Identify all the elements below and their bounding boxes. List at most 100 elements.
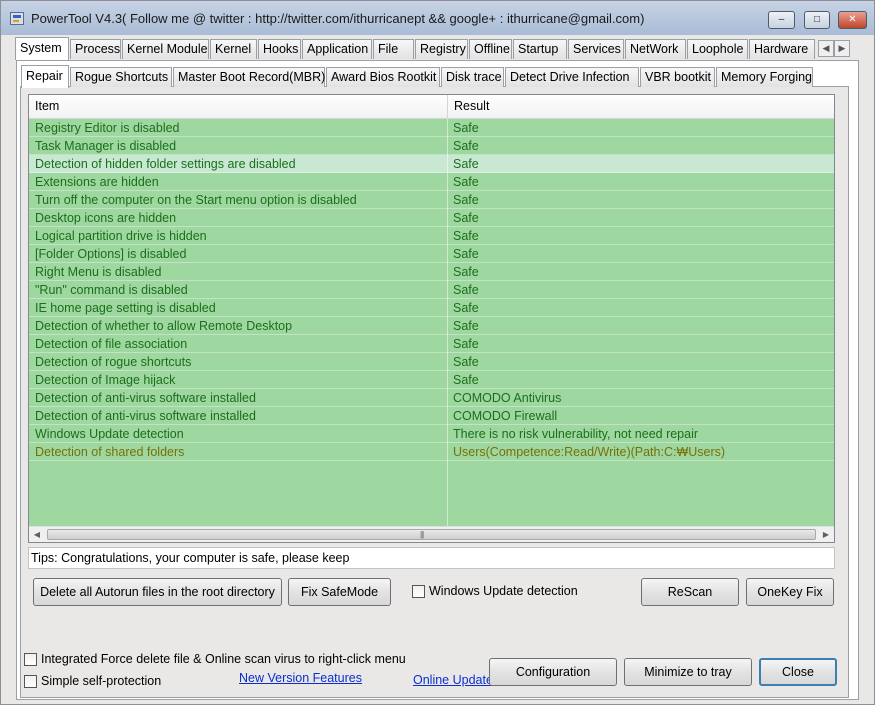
- new-version-features-link[interactable]: New Version Features: [239, 671, 362, 685]
- row-result-cell: Safe: [453, 247, 479, 261]
- table-row[interactable]: Registry Editor is disabled Safe: [29, 119, 834, 137]
- row-item-cell: Turn off the computer on the Start menu …: [35, 193, 357, 207]
- tab-registry[interactable]: Registry: [415, 39, 468, 59]
- row-item-cell: Detection of shared folders: [35, 445, 185, 459]
- row-item-cell: Detection of hidden folder settings are …: [35, 157, 296, 171]
- main-tab-bar: System Process Kernel Module Kernel Hook…: [15, 37, 855, 61]
- fix-safemode-button[interactable]: Fix SafeMode: [288, 578, 391, 606]
- subtab-detect-drive-infection[interactable]: Detect Drive Infection: [505, 67, 639, 87]
- column-divider: [447, 119, 448, 527]
- row-item-cell: Detection of anti-virus software install…: [35, 409, 256, 423]
- column-header-item[interactable]: Item: [29, 95, 447, 119]
- table-row[interactable]: Detection of rogue shortcuts Safe: [29, 353, 834, 371]
- tab-startup[interactable]: Startup: [513, 39, 567, 59]
- table-row[interactable]: Detection of anti-virus software install…: [29, 389, 834, 407]
- checkbox-box[interactable]: [24, 653, 37, 666]
- delete-autorun-button[interactable]: Delete all Autorun files in the root dir…: [33, 578, 282, 606]
- tab-loophole[interactable]: Loophole: [687, 39, 748, 59]
- checkbox-box[interactable]: [24, 675, 37, 688]
- close-window-button[interactable]: ✕: [838, 11, 867, 29]
- table-row[interactable]: IE home page setting is disabled Safe: [29, 299, 834, 317]
- tab-kernel[interactable]: Kernel: [210, 39, 257, 59]
- row-item-cell: Registry Editor is disabled: [35, 121, 180, 135]
- table-row[interactable]: [Folder Options] is disabled Safe: [29, 245, 834, 263]
- table-row[interactable]: "Run" command is disabled Safe: [29, 281, 834, 299]
- row-result-cell: Safe: [453, 211, 479, 225]
- row-result-cell: Safe: [453, 139, 479, 153]
- row-item-cell: Windows Update detection: [35, 427, 184, 441]
- horizontal-scrollbar[interactable]: ◀ ||| ▶: [29, 526, 834, 542]
- tab-network[interactable]: NetWork: [625, 39, 686, 59]
- row-result-cell: Safe: [453, 229, 479, 243]
- checkbox-label: Integrated Force delete file & Online sc…: [41, 652, 406, 666]
- scroll-right-icon[interactable]: ▶: [818, 527, 834, 542]
- row-item-cell: Desktop icons are hidden: [35, 211, 177, 225]
- table-row[interactable]: Task Manager is disabled Safe: [29, 137, 834, 155]
- row-item-cell: Task Manager is disabled: [35, 139, 177, 153]
- table-row[interactable]: Detection of anti-virus software install…: [29, 407, 834, 425]
- online-update-link[interactable]: Online Update: [413, 673, 493, 687]
- tab-hardware[interactable]: Hardware: [749, 39, 815, 59]
- minimize-window-button[interactable]: –: [768, 11, 795, 29]
- row-result-cell: Safe: [453, 355, 479, 369]
- repair-results-list[interactable]: Item Result Registry Editor is disabled S…: [28, 94, 835, 543]
- row-item-cell: Detection of Image hijack: [35, 373, 176, 387]
- rescan-button[interactable]: ReScan: [641, 578, 739, 606]
- subtab-master-boot-record[interactable]: Master Boot Record(MBR): [173, 67, 325, 87]
- table-row[interactable]: Logical partition drive is hidden Safe: [29, 227, 834, 245]
- table-row[interactable]: Windows Update detection There is no risk…: [29, 425, 834, 443]
- table-row[interactable]: Detection of shared folders Users(Compete…: [29, 443, 834, 461]
- close-button[interactable]: Close: [759, 658, 837, 686]
- tab-process[interactable]: Process: [70, 39, 121, 59]
- title-bar[interactable]: PowerTool V4.3( Follow me @ twitter : ht…: [1, 1, 874, 35]
- table-row[interactable]: Detection of whether to allow Remote Des…: [29, 317, 834, 335]
- row-result-cell: Safe: [453, 283, 479, 297]
- row-result-cell: Safe: [453, 175, 479, 189]
- tab-scroll-left-icon[interactable]: ◀: [818, 40, 834, 57]
- row-item-cell: Right Menu is disabled: [35, 265, 162, 279]
- subtab-repair[interactable]: Repair: [21, 65, 69, 88]
- scrollbar-thumb[interactable]: |||: [47, 529, 816, 540]
- table-row[interactable]: Extensions are hidden Safe: [29, 173, 834, 191]
- scrollbar-grip-icon: |||: [420, 530, 424, 539]
- tab-system[interactable]: System: [15, 37, 69, 60]
- tab-scroll-right-icon[interactable]: ▶: [834, 40, 850, 57]
- row-result-cell: COMODO Firewall: [453, 409, 558, 423]
- tab-kernel-module[interactable]: Kernel Module: [122, 39, 209, 59]
- maximize-window-button[interactable]: □: [804, 11, 830, 29]
- configuration-button[interactable]: Configuration: [489, 658, 617, 686]
- row-item-cell: [Folder Options] is disabled: [35, 247, 187, 261]
- tab-hooks[interactable]: Hooks: [258, 39, 301, 59]
- subtab-award-bios-rootkit[interactable]: Award Bios Rootkit: [326, 67, 440, 87]
- checkbox-box[interactable]: [412, 585, 425, 598]
- row-item-cell: Detection of anti-virus software install…: [35, 391, 256, 405]
- powertool-window: PowerTool V4.3( Follow me @ twitter : ht…: [0, 0, 875, 705]
- column-header-result[interactable]: Result: [447, 95, 834, 119]
- minimize-to-tray-button[interactable]: Minimize to tray: [624, 658, 752, 686]
- row-result-cell: Safe: [453, 301, 479, 315]
- tab-application[interactable]: Application: [302, 39, 372, 59]
- table-row[interactable]: Desktop icons are hidden Safe: [29, 209, 834, 227]
- subtab-disk-trace[interactable]: Disk trace: [441, 67, 504, 87]
- table-row[interactable]: Detection of Image hijack Safe: [29, 371, 834, 389]
- row-item-cell: "Run" command is disabled: [35, 283, 188, 297]
- table-row[interactable]: Detection of hidden folder settings are …: [29, 155, 834, 173]
- row-result-cell: Safe: [453, 157, 479, 171]
- table-row[interactable]: Right Menu is disabled Safe: [29, 263, 834, 281]
- row-item-cell: Logical partition drive is hidden: [35, 229, 207, 243]
- app-icon: [10, 12, 24, 25]
- tab-file[interactable]: File: [373, 39, 414, 59]
- tab-offline[interactable]: Offline: [469, 39, 512, 59]
- row-item-cell: IE home page setting is disabled: [35, 301, 216, 315]
- scroll-left-icon[interactable]: ◀: [29, 527, 45, 542]
- subtab-memory-forging[interactable]: Memory Forging: [716, 67, 813, 87]
- subtab-vbr-bootkit[interactable]: VBR bootkit: [640, 67, 715, 87]
- row-result-cell: There is no risk vulnerability, not need…: [453, 427, 699, 441]
- onekey-fix-button[interactable]: OneKey Fix: [746, 578, 834, 606]
- row-result-cell: Safe: [453, 193, 479, 207]
- subtab-rogue-shortcuts[interactable]: Rogue Shortcuts: [70, 67, 172, 87]
- window-title: PowerTool V4.3( Follow me @ twitter : ht…: [31, 11, 645, 26]
- table-row[interactable]: Detection of file association Safe: [29, 335, 834, 353]
- table-row[interactable]: Turn off the computer on the Start menu …: [29, 191, 834, 209]
- tab-services[interactable]: Services: [568, 39, 624, 59]
